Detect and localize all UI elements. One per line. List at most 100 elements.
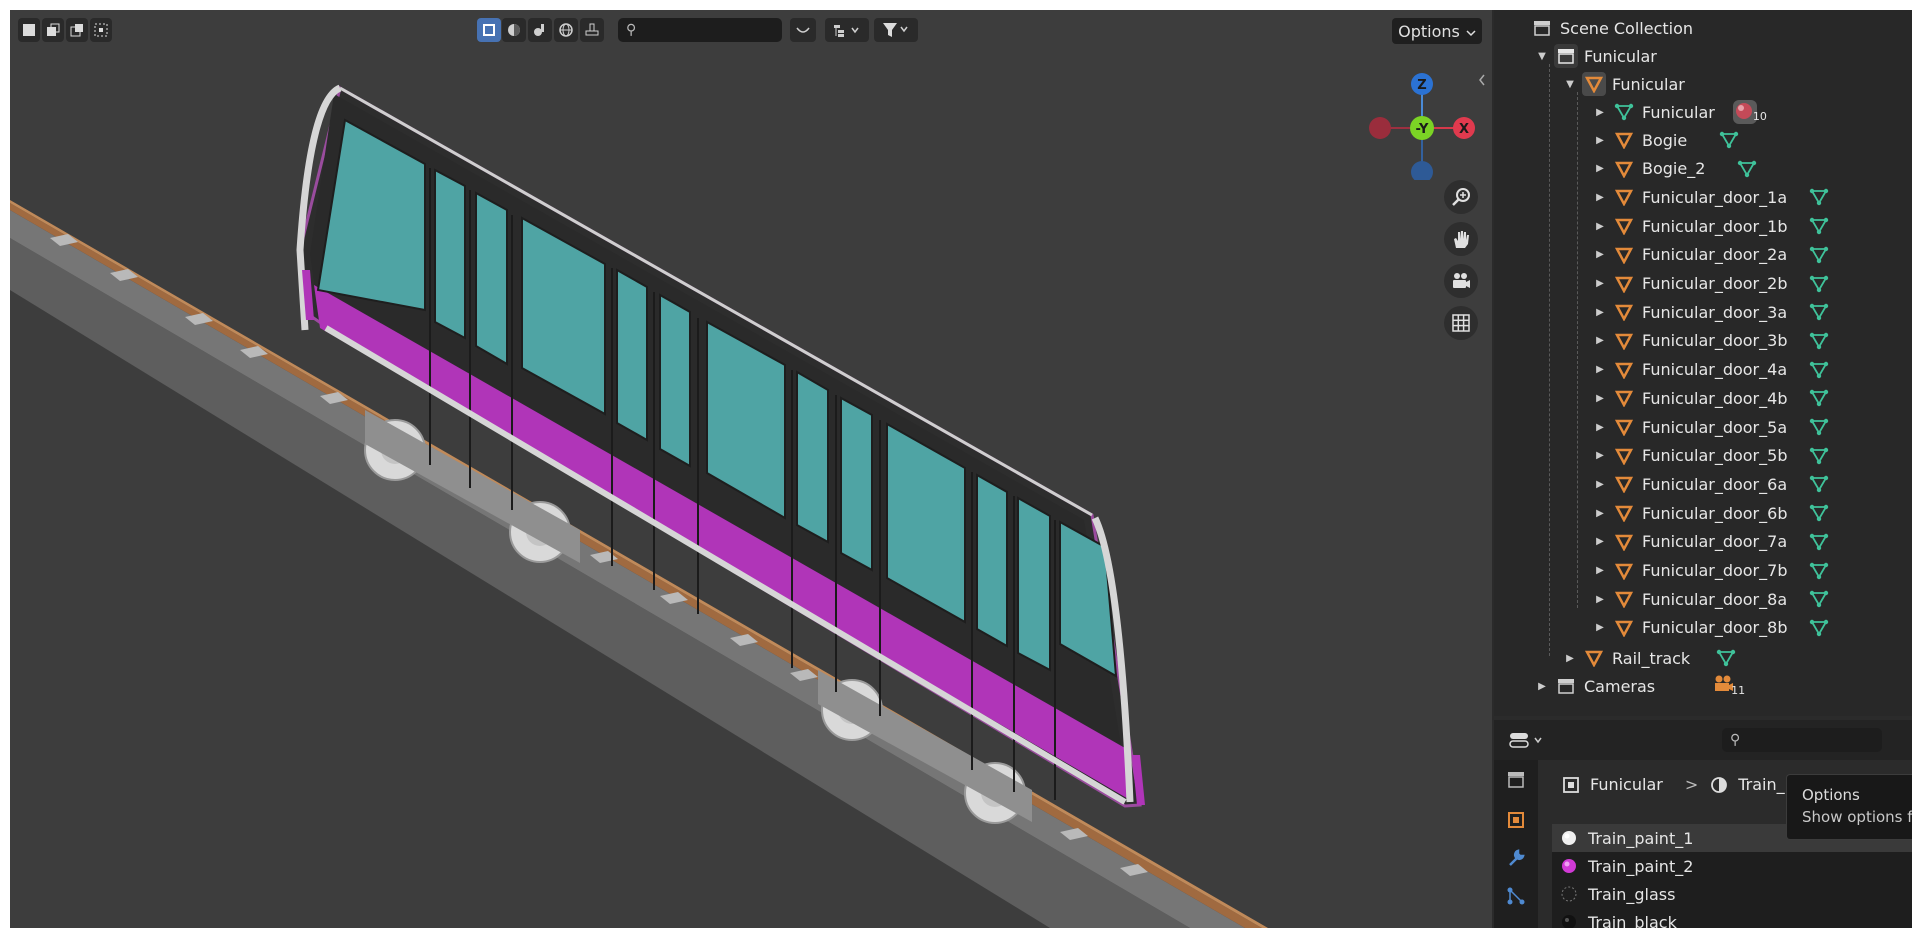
- collection-tab-icon[interactable]: [1504, 768, 1528, 792]
- material-slot-row[interactable]: Train_paint_2: [1552, 852, 1912, 880]
- mesh-data-icon[interactable]: [1809, 619, 1829, 637]
- mesh-data-icon[interactable]: [1809, 475, 1829, 493]
- outliner-row-object[interactable]: ▶ Funicular_door_1b: [1594, 212, 1829, 240]
- material-slot-row[interactable]: Train_black: [1552, 908, 1912, 928]
- expand-toggle-icon[interactable]: ▶: [1594, 565, 1606, 576]
- mesh-data-icon[interactable]: [1719, 131, 1739, 149]
- outliner-row-object[interactable]: ▶ Funicular_door_8a: [1594, 585, 1829, 613]
- select-mode-new-icon[interactable]: [18, 18, 40, 42]
- navigation-gizmo[interactable]: Z X -Y: [1360, 60, 1480, 180]
- expand-toggle-icon[interactable]: ▼: [1564, 79, 1576, 90]
- shading-solid-icon[interactable]: [502, 18, 526, 42]
- expand-toggle-icon[interactable]: ▶: [1594, 364, 1606, 375]
- expand-toggle-icon[interactable]: ▶: [1594, 536, 1606, 547]
- mesh-data-icon[interactable]: [1737, 160, 1757, 178]
- outliner-row-cameras[interactable]: ▶ Cameras 11: [1536, 672, 1745, 700]
- outliner-row-object[interactable]: ▶ Funicular_door_2a: [1594, 241, 1829, 269]
- expand-toggle-icon[interactable]: ▶: [1594, 479, 1606, 490]
- outliner-row-collection-funicular[interactable]: ▼ Funicular: [1536, 42, 1657, 70]
- outliner-row-object[interactable]: ▶ Funicular_door_1a: [1594, 183, 1829, 211]
- stamp-tool-icon[interactable]: [580, 18, 604, 42]
- expand-toggle-icon[interactable]: ▶: [1594, 278, 1606, 289]
- mesh-data-icon[interactable]: [1809, 188, 1829, 206]
- mesh-data-icon[interactable]: [1809, 504, 1829, 522]
- outliner-row-object[interactable]: ▶ Funicular_door_7a: [1594, 528, 1829, 556]
- sidebar-collapse-icon[interactable]: [1478, 74, 1486, 89]
- select-mode-subtract-icon[interactable]: [66, 18, 88, 42]
- outliner-row-object[interactable]: ▶ Funicular_door_3b: [1594, 327, 1829, 355]
- outliner-row-object[interactable]: ▶ Funicular_door_4b: [1594, 384, 1829, 412]
- mesh-data-icon[interactable]: [1809, 361, 1829, 379]
- mesh-data-icon[interactable]: [1809, 332, 1829, 350]
- mesh-data-icon[interactable]: [1809, 217, 1829, 235]
- overlay-arc-icon[interactable]: [790, 18, 816, 42]
- expand-toggle-icon[interactable]: ▶: [1594, 221, 1606, 232]
- outliner-row-object[interactable]: ▶ Funicular_door_5b: [1594, 442, 1829, 470]
- select-mode-extend-icon[interactable]: [42, 18, 64, 42]
- zoom-icon[interactable]: [1444, 180, 1478, 214]
- expand-toggle-icon[interactable]: ▶: [1594, 335, 1606, 346]
- expand-toggle-icon[interactable]: ▶: [1564, 653, 1576, 664]
- mesh-data-icon[interactable]: [1809, 590, 1829, 608]
- filter-funnel-icon[interactable]: [874, 18, 918, 42]
- mesh-data-icon[interactable]: [1809, 389, 1829, 407]
- mesh-data-icon[interactable]: [1809, 275, 1829, 293]
- object-tab-icon[interactable]: [1504, 808, 1528, 832]
- expand-toggle-icon[interactable]: ▶: [1594, 107, 1606, 118]
- expand-toggle-icon[interactable]: ▶: [1594, 508, 1606, 519]
- mesh-data-icon[interactable]: [1809, 562, 1829, 580]
- properties-search-input[interactable]: ⚲: [1722, 728, 1882, 752]
- mesh-data-icon[interactable]: [1809, 246, 1829, 264]
- outliner-row-object[interactable]: ▶ Bogie: [1594, 126, 1739, 154]
- modifier-wrench-icon[interactable]: [1504, 846, 1528, 870]
- viewport-search-input[interactable]: ⚲: [618, 18, 782, 42]
- mesh-data-icon[interactable]: [1809, 447, 1829, 465]
- expand-toggle-icon[interactable]: ▶: [1594, 163, 1606, 174]
- expand-toggle-icon[interactable]: ▶: [1536, 681, 1548, 692]
- outliner-row-object[interactable]: ▶ Funicular_door_8b: [1594, 614, 1829, 642]
- expand-toggle-icon[interactable]: ▶: [1594, 422, 1606, 433]
- display-filter-dropdown[interactable]: [825, 18, 869, 42]
- outliner-row-object[interactable]: ▶ Bogie_2: [1594, 155, 1757, 183]
- outliner-row-object[interactable]: ▶ Funicular_door_2b: [1594, 270, 1829, 298]
- world-globe-icon[interactable]: [554, 18, 578, 42]
- mesh-data-icon[interactable]: [1809, 303, 1829, 321]
- expand-toggle-icon[interactable]: ▶: [1594, 249, 1606, 260]
- outliner-row-object[interactable]: ▶ Funicular_door_7b: [1594, 557, 1829, 585]
- breadcrumb-object[interactable]: Funicular: [1590, 775, 1663, 794]
- material-count-badge[interactable]: 10: [1732, 100, 1767, 124]
- outliner-row-object[interactable]: ▶ Funicular_door_6b: [1594, 499, 1829, 527]
- scene-render[interactable]: [10, 10, 1492, 928]
- material-slot-row[interactable]: Train_glass: [1552, 880, 1912, 908]
- outliner-row-object-funicular[interactable]: ▼ Funicular: [1564, 70, 1685, 98]
- camera-count-badge[interactable]: 11: [1713, 674, 1745, 698]
- mesh-data-icon[interactable]: [1809, 533, 1829, 551]
- expand-toggle-icon[interactable]: ▶: [1594, 135, 1606, 146]
- editor-type-dropdown[interactable]: [1508, 728, 1552, 752]
- expand-toggle-icon[interactable]: ▼: [1536, 51, 1548, 62]
- select-mode-invert-icon[interactable]: [90, 18, 112, 42]
- camera-view-icon[interactable]: [1444, 264, 1478, 298]
- grid-view-icon[interactable]: [1444, 306, 1478, 340]
- outliner-row-object[interactable]: ▶ Funicular_door_5a: [1594, 413, 1829, 441]
- expand-toggle-icon[interactable]: ▶: [1594, 622, 1606, 633]
- expand-toggle-icon[interactable]: ▶: [1594, 192, 1606, 203]
- outliner-row-scene-collection[interactable]: Scene Collection: [1524, 14, 1693, 42]
- 3d-viewport[interactable]: ⚲ Options Z X -Y: [10, 10, 1492, 928]
- expand-toggle-icon[interactable]: ▶: [1594, 594, 1606, 605]
- outliner-row-mesh-funicular[interactable]: ▶ Funicular 10: [1594, 98, 1767, 126]
- outliner-row-object[interactable]: ▶ Funicular_door_3a: [1594, 298, 1829, 326]
- mesh-data-icon[interactable]: [1809, 418, 1829, 436]
- particles-tab-icon[interactable]: [1504, 884, 1528, 908]
- outliner-row-object[interactable]: ▶ Funicular_door_6a: [1594, 470, 1829, 498]
- expand-toggle-icon[interactable]: ▶: [1594, 450, 1606, 461]
- paint-brush-icon[interactable]: [528, 18, 552, 42]
- options-dropdown[interactable]: Options: [1392, 18, 1482, 44]
- outliner-row-rail-track[interactable]: ▶ Rail_track: [1564, 644, 1736, 672]
- mesh-data-icon[interactable]: [1716, 649, 1736, 667]
- expand-toggle-icon[interactable]: ▶: [1594, 307, 1606, 318]
- expand-toggle-icon[interactable]: ▶: [1594, 393, 1606, 404]
- outliner-row-object[interactable]: ▶ Funicular_door_4a: [1594, 356, 1829, 384]
- pan-hand-icon[interactable]: [1444, 222, 1478, 256]
- editor-mode-object-icon[interactable]: [477, 18, 501, 42]
